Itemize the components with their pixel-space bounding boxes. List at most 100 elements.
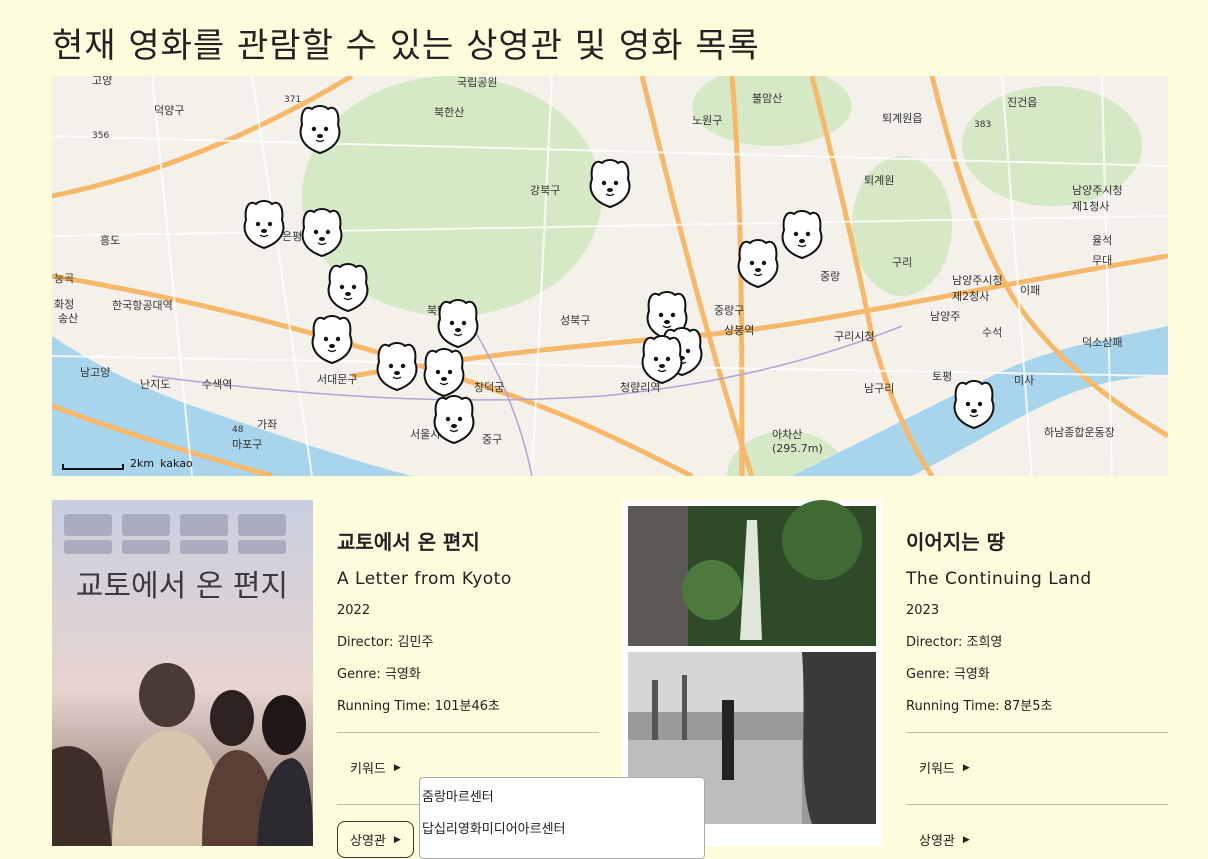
- map-place-label: 48: [232, 425, 244, 435]
- map-place-label: 덕소삼패: [1082, 336, 1122, 349]
- movie-genre: Genre: 극영화: [337, 667, 421, 682]
- movie-running-time: Running Time: 87분5초: [906, 699, 1053, 714]
- map-place-label: 국립공원: [457, 76, 497, 89]
- map-place-label: 창덕궁: [474, 381, 504, 394]
- map-canvas[interactable]: 고양덕양구국립공원북한산불암산 진건읍노원구 퇴계원읍강북구퇴계원남양주시청제1청사…: [52, 76, 1168, 476]
- page-title: 현재 영화를 관람할 수 있는 상영관 및 영화 목록: [52, 26, 760, 66]
- map-place-label: 남양주시청: [952, 274, 1003, 287]
- map-place-label: 수석: [982, 326, 1002, 339]
- theaters-toggle[interactable]: 상영관 ▶: [906, 821, 983, 858]
- keywords-toggle[interactable]: 키워드 ▶: [906, 749, 983, 786]
- theater-marker-icon[interactable]: [311, 315, 353, 365]
- theater-marker-icon[interactable]: [423, 348, 465, 398]
- map-place-label: 퇴계원: [864, 174, 894, 187]
- movie-director: Director: 김민주: [337, 635, 434, 650]
- map-place-label: 덕양구: [154, 104, 184, 117]
- map-place-label: 북한산: [434, 106, 464, 119]
- map-place-label: 제2청사: [952, 290, 989, 303]
- keywords-label: 키워드: [350, 762, 386, 777]
- map-place-label: 토평: [932, 370, 952, 383]
- map-place-label: 383: [974, 120, 991, 130]
- map-place-label: 성북구: [560, 314, 590, 327]
- scale-label: 2km: [130, 457, 155, 470]
- movie-en-title: The Continuing Land: [906, 569, 1092, 589]
- map-place-label: 마포구: [232, 438, 262, 451]
- map-place-label: 중랑: [820, 270, 840, 283]
- map-place-label: 구리시청: [834, 330, 874, 343]
- movie-year: 2022: [337, 603, 371, 618]
- map-place-label: 수색역: [202, 378, 232, 391]
- theater-option[interactable]: 줌랑마르센터: [420, 778, 704, 810]
- map-place-label: 무대: [1092, 254, 1112, 267]
- movie-ko-title: 교토에서 온 편지: [337, 530, 480, 554]
- theater-dropdown: 줌랑마르센터 답십리영화미디어아르센터: [419, 777, 705, 859]
- map-place-label: 청량리역: [620, 381, 660, 394]
- map-place-label: 이패: [1020, 284, 1040, 297]
- keywords-toggle[interactable]: 키워드 ▶: [337, 749, 414, 786]
- map-place-label: 중랑구: [714, 304, 744, 317]
- caret-right-icon: ▶: [962, 762, 970, 773]
- theater-map[interactable]: 고양 덕양구 국립공원 북한산 불암산 진건읍 노원구 퇴계원읍 강북구 퇴계원 남양주시청 제1청사…: [52, 76, 1168, 476]
- poster-title-text: 교토에서 온 편지: [76, 569, 288, 604]
- map-brand: kakao: [160, 457, 193, 470]
- map-place-label: 능곡: [54, 272, 74, 285]
- theater-marker-icon[interactable]: [641, 335, 683, 385]
- map-place-label: 남양주: [930, 310, 960, 323]
- caret-right-icon: ▶: [393, 834, 401, 845]
- theater-marker-icon[interactable]: [299, 105, 341, 155]
- movie-year: 2023: [906, 603, 940, 618]
- map-place-label: 송산: [58, 312, 78, 325]
- keywords-label: 키워드: [919, 762, 955, 777]
- map-place-label: 상봉역: [724, 324, 754, 337]
- map-place-label: 퇴계원읍: [882, 112, 922, 125]
- map-place-label: 서대문구: [317, 373, 357, 386]
- map-place-label: 하남종합운동장: [1044, 425, 1115, 439]
- theater-marker-icon[interactable]: [737, 239, 779, 289]
- map-scalebar: 2km kakao: [62, 457, 193, 470]
- theater-marker-icon[interactable]: [243, 200, 285, 250]
- map-place-label: 구리: [892, 256, 912, 269]
- theater-option[interactable]: 답십리영화미디어아르센터: [420, 810, 704, 842]
- map-place-label: 남고양: [80, 366, 110, 379]
- movie-ko-title: 이어지는 땅: [906, 530, 1005, 554]
- movie-genre: Genre: 극영화: [906, 667, 990, 682]
- theater-marker-icon[interactable]: [589, 159, 631, 209]
- map-place-label: 371: [284, 95, 301, 105]
- divider: [906, 732, 1168, 733]
- theater-marker-icon[interactable]: [327, 263, 369, 313]
- map-place-label: 고양: [92, 76, 112, 87]
- map-place-label: 불암산: [752, 92, 782, 105]
- theater-marker-icon[interactable]: [301, 208, 343, 258]
- theater-marker-icon[interactable]: [781, 210, 823, 260]
- movie-en-title: A Letter from Kyoto: [337, 569, 512, 589]
- map-place-label: 난지도: [140, 378, 170, 391]
- theaters-toggle[interactable]: 상영관 ▶: [337, 821, 414, 858]
- theater-marker-icon[interactable]: [953, 380, 995, 430]
- caret-right-icon: ▶: [962, 834, 970, 845]
- map-place-label: 화정: [54, 298, 74, 311]
- map-place-label: 강북구: [530, 184, 560, 197]
- map-place-label: 중구: [482, 433, 502, 446]
- theater-marker-icon[interactable]: [433, 395, 475, 445]
- divider: [906, 804, 1168, 805]
- scale-bar-line: [62, 464, 124, 470]
- map-place-label: 율석: [1092, 234, 1112, 247]
- theaters-label: 상영관: [919, 834, 955, 849]
- map-place-label: (295.7m): [772, 442, 823, 455]
- map-place-label: 노원구: [692, 114, 722, 127]
- theater-marker-icon[interactable]: [376, 342, 418, 392]
- map-place-label: 한국항공대역: [112, 299, 173, 312]
- map-place-label: 제1청사: [1072, 200, 1109, 213]
- divider: [337, 732, 599, 733]
- map-place-label: 진건읍: [1007, 96, 1037, 109]
- movie-poster-kyoto[interactable]: 교토에서 온 편지: [52, 500, 313, 846]
- map-place-label: 가좌: [257, 418, 277, 431]
- map-place-label: 흥도: [100, 233, 120, 247]
- map-place-label: 남양주시청: [1072, 184, 1123, 197]
- map-place-label: 아차산: [772, 428, 802, 441]
- movie-running-time: Running Time: 101분46초: [337, 699, 501, 714]
- poster-art: 교토에서 온 편지: [52, 500, 313, 846]
- caret-right-icon: ▶: [393, 762, 401, 773]
- theaters-label: 상영관: [350, 834, 386, 849]
- theater-marker-icon[interactable]: [437, 299, 479, 349]
